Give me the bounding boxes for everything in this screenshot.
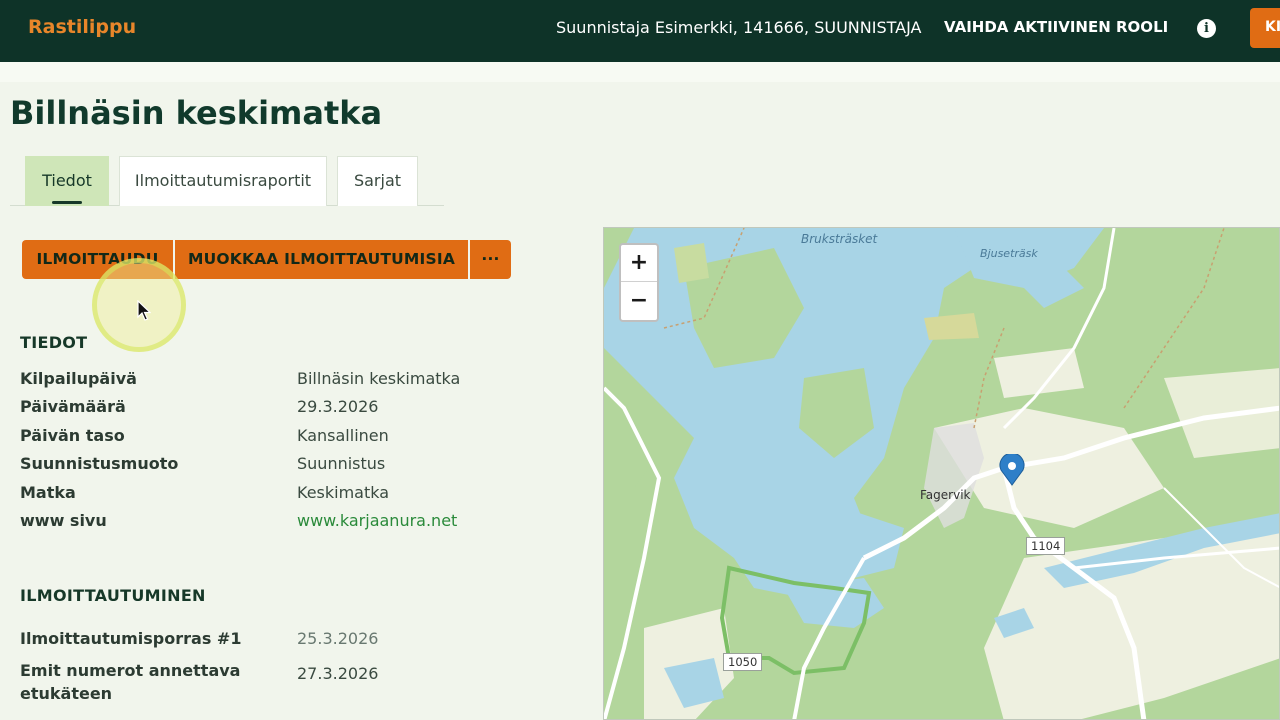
map-label-bjuse: Bjuseträsk (980, 247, 1038, 260)
switch-role-button[interactable]: VAIHDA AKTIIVINEN ROOLI (944, 18, 1168, 36)
map-view[interactable]: + − Bruksträsket Bjuseträsk Fagervik 110… (603, 227, 1280, 720)
detail-value-competition-day: Billnäsin keskimatka (297, 369, 461, 388)
registration-label-emit: Emit numerot annettava etukäteen (20, 661, 241, 703)
top-navigation-bar: Rastilippu Suunnistaja Esimerkki, 141666… (0, 0, 1280, 62)
registration-label-stage1: Ilmoittautumisporras #1 (20, 629, 242, 648)
zoom-in-button[interactable]: + (621, 245, 657, 282)
detail-value-distance: Keskimatka (297, 483, 390, 502)
detail-label-distance: Matka (20, 483, 76, 502)
detail-value-discipline: Suunnistus (297, 454, 386, 473)
edit-registrations-button[interactable]: MUOKKAA ILMOITTAUTUMISIA (175, 240, 468, 279)
mouse-cursor-icon (137, 300, 151, 321)
detail-value-level: Kansallinen (297, 426, 389, 445)
more-options-button[interactable]: ··· (470, 240, 511, 279)
details-section-title: TIEDOT (20, 333, 88, 352)
map-tiles (604, 228, 1279, 719)
tab-tiedot[interactable]: Tiedot (25, 156, 109, 206)
map-marker-icon[interactable] (997, 454, 1027, 486)
page-title: Billnäsin keskimatka (10, 94, 383, 132)
info-icon[interactable]: i (1197, 19, 1216, 38)
road-number-1104: 1104 (1026, 537, 1066, 555)
detail-label-date: Päivämäärä (20, 397, 126, 416)
top-right-button[interactable]: KI (1250, 8, 1280, 48)
detail-label-level: Päivän taso (20, 426, 125, 445)
tab-bar: Tiedot Ilmoittautumisraportit Sarjat (10, 156, 444, 206)
registration-value-emit: 27.3.2026 (297, 664, 379, 683)
registration-value-stage1: 25.3.2026 (297, 629, 379, 648)
tab-sarjat[interactable]: Sarjat (337, 156, 418, 206)
registration-section-title: ILMOITTAUTUMINEN (20, 586, 206, 605)
map-label-bruks: Bruksträsket (801, 232, 878, 246)
zoom-out-button[interactable]: − (621, 283, 657, 320)
detail-label-competition-day: Kilpailupäivä (20, 369, 137, 388)
detail-value-date: 29.3.2026 (297, 397, 379, 416)
zoom-control: + − (619, 243, 659, 322)
map-label-fagervik: Fagervik (920, 488, 971, 502)
website-link[interactable]: www.karjaanura.net (297, 511, 457, 530)
detail-label-website: www sivu (20, 511, 107, 530)
user-info: Suunnistaja Esimerkki, 141666, SUUNNISTA… (556, 18, 922, 37)
brand-logo[interactable]: Rastilippu (28, 16, 136, 38)
header-spacer (0, 62, 1280, 82)
tab-ilmoittautumisraportit[interactable]: Ilmoittautumisraportit (119, 156, 327, 206)
road-number-1050: 1050 (723, 653, 763, 671)
detail-label-discipline: Suunnistusmuoto (20, 454, 179, 473)
